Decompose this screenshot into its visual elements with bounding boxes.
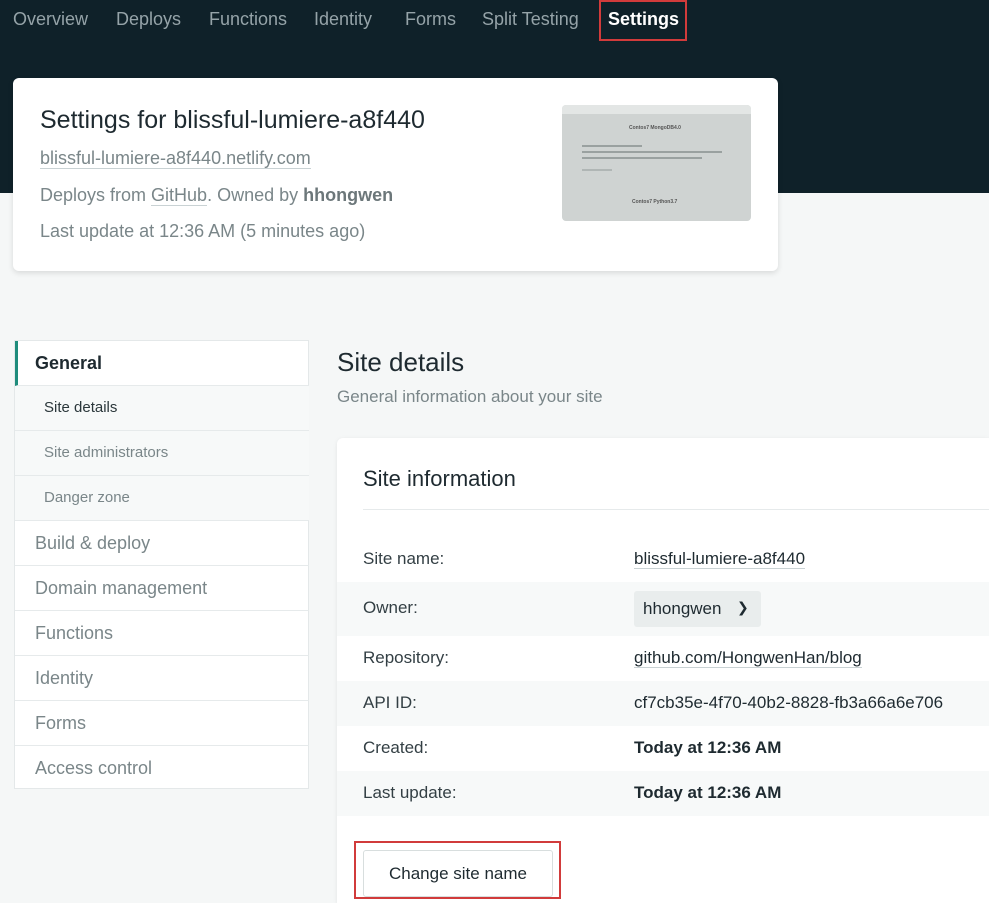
row-label: Last update: [363,783,457,802]
info-row-created: Created: Today at 12:36 AM [337,726,989,771]
change-name-highlight-box [354,841,561,899]
sidebar-item-label: Build & deploy [35,533,151,553]
sidebar-item-site-details[interactable]: Site details [15,386,309,431]
sidebar-item-danger-zone[interactable]: Danger zone [15,476,309,521]
divider [363,509,989,510]
info-row-repository: Repository: github.com/HongwenHan/blog [337,636,989,681]
sidebar-item-label: Functions [35,623,114,643]
chevron-down-icon: ❯ [737,599,749,615]
section-subtitle: General information about your site [337,387,603,406]
row-label: Owner: [363,598,418,617]
nav-functions[interactable]: Functions [209,9,287,30]
row-label: Site name: [363,549,445,568]
repository-link[interactable]: github.com/HongwenHan/blog [634,648,862,668]
last-update-value: Today at 12:36 AM [634,783,782,802]
site-summary-card: Settings for blissful-lumiere-a8f440 bli… [13,78,778,271]
sidebar-item-general[interactable]: General [15,341,309,386]
row-label: Created: [363,738,429,757]
deploy-info: Deploys from GitHub. Owned by hhongwen [40,185,393,206]
row-label: Repository: [363,648,449,667]
section-title: Site details [337,347,465,377]
sidebar-item-access-control[interactable]: Access control [15,746,309,791]
sidebar-item-build-deploy[interactable]: Build & deploy [15,521,309,566]
nav-identity[interactable]: Identity [314,9,372,30]
preview-heading-1: Contos7 MongoDB4.0 [629,125,681,131]
owner-name: hhongwen [303,185,394,205]
sidebar-item-forms[interactable]: Forms [15,701,309,746]
settings-highlight-box [599,0,687,41]
sidebar-item-label: Forms [35,713,86,733]
preview-toolbar [562,105,751,114]
sidebar-item-label: Domain management [35,578,208,598]
sidebar-item-label: Danger zone [44,489,130,506]
site-settings-title: Settings for blissful-lumiere-a8f440 [40,106,425,134]
sidebar-item-identity[interactable]: Identity [15,656,309,701]
info-row-owner: Owner: hhongwen ❯ [337,582,989,636]
owner-dropdown-value: hhongwen [643,599,722,618]
sidebar-item-domain-management[interactable]: Domain management [15,566,309,611]
last-update-text: Last update at 12:36 AM (5 minutes ago) [40,221,366,241]
owned-by-text: . Owned by [207,185,304,205]
site-information-card: Site information Site name: blissful-lum… [337,438,989,903]
nav-forms[interactable]: Forms [405,9,456,30]
nav-overview[interactable]: Overview [13,9,88,30]
preview-text-line [582,169,612,171]
preview-text-line [582,145,642,147]
info-row-site-name: Site name: blissful-lumiere-a8f440 [337,537,989,582]
nav-deploys[interactable]: Deploys [116,9,181,30]
preview-heading-2: Contos7 Python3.7 [632,199,678,205]
site-url-link[interactable]: blissful-lumiere-a8f440.netlify.com [40,148,311,169]
site-name-link[interactable]: blissful-lumiere-a8f440 [634,549,806,569]
preview-text-line [582,151,722,153]
sidebar-item-label: Site administrators [44,444,169,461]
sidebar-item-functions[interactable]: Functions [15,611,309,656]
sidebar-item-label: Site details [44,399,118,416]
sidebar-item-site-administrators[interactable]: Site administrators [15,431,309,476]
sidebar-item-label: General [35,353,103,373]
info-row-last-update: Last update: Today at 12:36 AM [337,771,989,816]
site-information-title: Site information [363,466,516,491]
deploys-from-text: Deploys from [40,185,152,205]
preview-text-line [582,157,702,159]
info-row-api-id: API ID: cf7cb35e-4f70-40b2-8828-fb3a66a6… [337,681,989,726]
github-link[interactable]: GitHub [151,185,208,206]
row-label: API ID: [363,693,417,712]
api-id-value: cf7cb35e-4f70-40b2-8828-fb3a66a6e706 [634,693,944,712]
settings-sidebar: General Site details Site administrators… [14,340,309,789]
sidebar-item-label: Identity [35,668,94,688]
sidebar-item-label: Access control [35,758,153,778]
nav-split-testing[interactable]: Split Testing [482,9,579,30]
site-preview-thumbnail[interactable]: Contos7 MongoDB4.0 Contos7 Python3.7 [562,105,751,221]
owner-dropdown[interactable]: hhongwen ❯ [634,591,761,627]
created-value: Today at 12:36 AM [634,738,782,757]
